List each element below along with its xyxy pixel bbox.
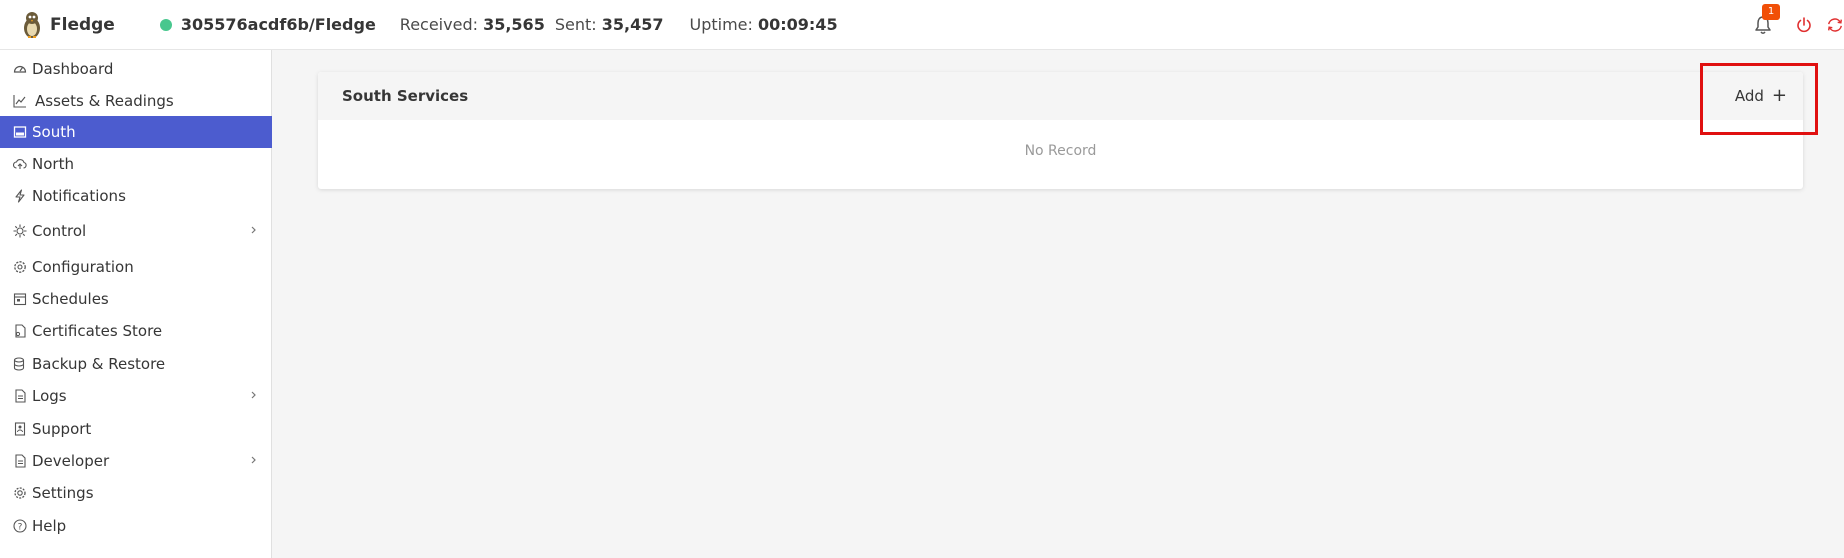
- uptime-stat: Uptime: 00:09:45: [689, 15, 837, 34]
- file-icon: [15, 389, 26, 403]
- power-icon: [1797, 17, 1811, 33]
- sidebar-item-notifications[interactable]: Notifications: [0, 180, 272, 212]
- uptime-value: 00:09:45: [757, 15, 838, 34]
- sidebar-item-south[interactable]: South: [0, 116, 272, 148]
- chevron-right-icon: [251, 391, 256, 399]
- sidebar-item-label: Developer: [32, 452, 110, 470]
- sidebar-item-label: Settings: [32, 484, 94, 502]
- status-indicator: [159, 18, 172, 31]
- notifications-bell[interactable]: 1: [1750, 4, 1780, 38]
- sent-label: Sent:: [554, 15, 597, 34]
- sidebar-item-certificates-store[interactable]: Certificates Store: [0, 315, 272, 347]
- certificate-icon: [15, 324, 26, 338]
- sidebar-item-control[interactable]: Control: [0, 215, 272, 247]
- sidebar-item-developer[interactable]: Developer: [0, 445, 272, 477]
- support-icon: [14, 422, 26, 436]
- notification-badge: 1: [1762, 4, 1780, 20]
- uptime-label: Uptime:: [689, 15, 753, 34]
- sidebar-item-dashboard[interactable]: Dashboard: [0, 53, 272, 85]
- sidebar-item-label: Help: [32, 517, 67, 535]
- sidebar-item-label: Backup & Restore: [32, 355, 166, 373]
- add-service-button[interactable]: Add +: [1735, 85, 1787, 107]
- south-icon: [13, 126, 27, 138]
- sidebar-item-label: Support: [32, 420, 92, 438]
- sidebar-item-settings[interactable]: Settings: [0, 477, 272, 509]
- dashboard-icon: [13, 65, 27, 73]
- sidebar-item-label: Configuration: [32, 258, 134, 276]
- sidebar-item-assets-readings[interactable]: Assets & Readings: [0, 85, 272, 117]
- navbar-actions: 1: [1750, 0, 1844, 50]
- sidebar-item-label: Certificates Store: [32, 322, 163, 340]
- sidebar-item-schedules[interactable]: Schedules: [0, 283, 272, 315]
- sidebar-item-support[interactable]: Support: [0, 413, 272, 445]
- received-label: Received:: [399, 15, 478, 34]
- south-services-card: South Services Add + No Record: [318, 72, 1803, 189]
- sidebar-item-label: Schedules: [32, 290, 109, 308]
- received-stat: Received: 35,565: [400, 15, 545, 34]
- card-title: South Services: [342, 87, 469, 105]
- chevron-right-icon: [251, 226, 256, 234]
- add-button-label: Add: [1734, 87, 1764, 105]
- brand[interactable]: Fledge: [0, 0, 115, 50]
- settings-icon: [14, 487, 26, 499]
- instance-name[interactable]: 305576acdf6b/Fledge: [181, 15, 376, 34]
- sidebar-item-label: Dashboard: [32, 60, 114, 78]
- sidebar: Dashboard Assets & Readings South North …: [0, 50, 272, 558]
- gear-icon: [14, 261, 26, 273]
- card-header: South Services Add +: [318, 72, 1803, 120]
- sent-stat: Sent: 35,457: [555, 15, 664, 34]
- sidebar-item-logs[interactable]: Logs: [0, 380, 272, 412]
- cloud-upload-icon: [13, 159, 27, 169]
- sidebar-item-label: South: [32, 123, 76, 141]
- bolt-icon: [15, 189, 25, 203]
- file-code-icon: [15, 454, 26, 468]
- received-value: 35,565: [483, 15, 545, 34]
- sidebar-item-label: North: [32, 155, 74, 173]
- sidebar-item-label: Control: [32, 222, 87, 240]
- fledge-logo-icon: [24, 11, 40, 38]
- sidebar-item-configuration[interactable]: Configuration: [0, 251, 272, 283]
- sidebar-item-north[interactable]: North: [0, 148, 272, 180]
- sidebar-item-backup-restore[interactable]: Backup & Restore: [0, 348, 272, 380]
- restart-button[interactable]: [1826, 15, 1844, 35]
- chart-icon: [13, 95, 26, 108]
- sidebar-item-label: Notifications: [32, 187, 126, 205]
- refresh-icon: [1827, 18, 1843, 32]
- sidebar-item-help[interactable]: ? Help: [0, 510, 272, 542]
- empty-state-text: No Record: [1024, 143, 1097, 159]
- calendar-icon: [13, 293, 27, 306]
- sent-value: 35,457: [601, 15, 664, 34]
- help-icon: ?: [13, 519, 27, 533]
- top-navbar: Fledge 305576acdf6b/Fledge Received: 35,…: [0, 0, 1844, 50]
- brand-name: Fledge: [50, 14, 115, 35]
- shutdown-button[interactable]: [1794, 15, 1814, 35]
- database-icon: [13, 357, 25, 371]
- svg-text:?: ?: [18, 523, 23, 533]
- sidebar-item-label: Logs: [32, 387, 67, 405]
- sidebar-item-label: Assets & Readings: [35, 92, 174, 110]
- plus-icon: +: [1771, 85, 1787, 106]
- control-icon: [13, 224, 27, 238]
- chevron-right-icon: [251, 456, 256, 464]
